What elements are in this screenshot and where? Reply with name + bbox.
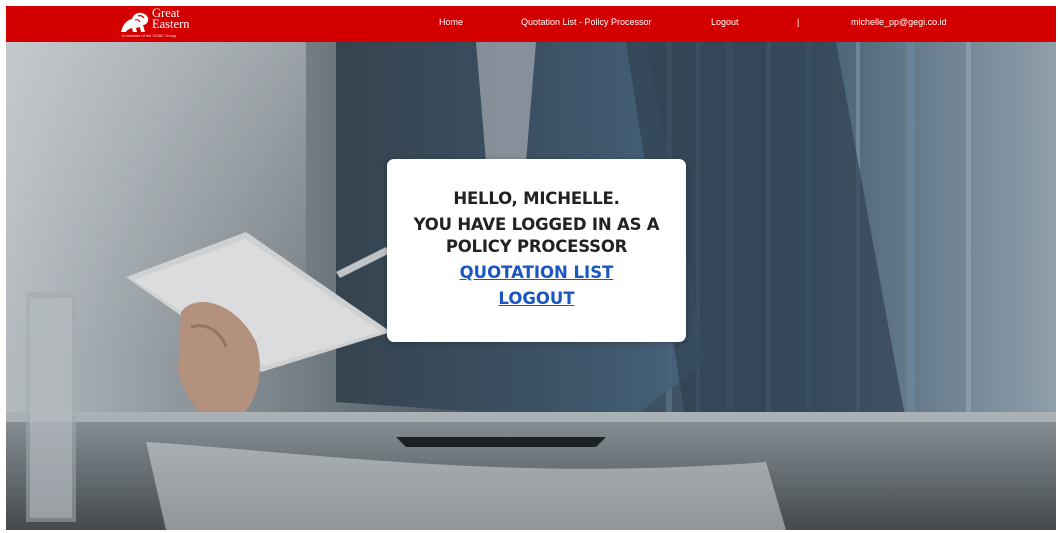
logo-wordmark: Great Eastern (152, 7, 190, 31)
nav-home-link[interactable]: Home (439, 17, 463, 27)
role-text-line-2: POLICY PROCESSOR (445, 237, 628, 256)
quotation-list-link[interactable]: QUOTATION LIST (387, 263, 686, 283)
logo-tagline: A member of the OCBC Group (122, 33, 177, 38)
app-frame: Great Eastern A member of the OCBC Group… (6, 6, 1056, 530)
great-eastern-logo[interactable]: Great Eastern A member of the OCBC Group (118, 7, 208, 40)
nav-separator: | (797, 17, 800, 27)
nav-logout-link[interactable]: Logout (711, 17, 739, 27)
nav-quotation-list-link[interactable]: Quotation List - Policy Processor (521, 17, 652, 27)
welcome-card: HELLO, MICHELLE. YOU HAVE LOGGED IN AS A… (387, 159, 686, 342)
greeting-text: HELLO, MICHELLE. (453, 189, 620, 208)
user-email: michelle_pp@gegi.co.id (851, 17, 947, 27)
top-navbar: Great Eastern A member of the OCBC Group… (6, 6, 1056, 42)
role-text-line-1: YOU HAVE LOGGED IN AS A (413, 215, 660, 234)
logo-line-2: Eastern (152, 17, 190, 31)
logout-link[interactable]: LOGOUT (387, 289, 686, 309)
